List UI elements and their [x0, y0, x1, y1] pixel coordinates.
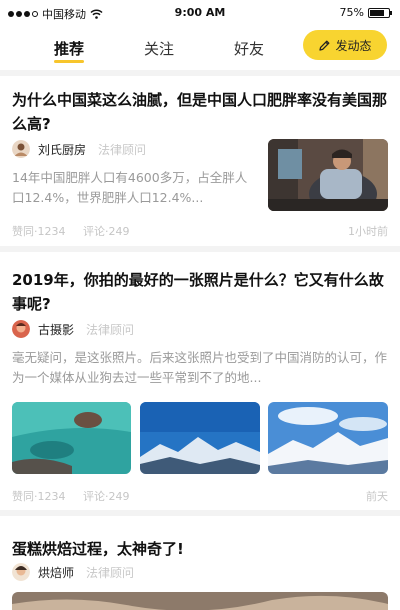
article-image[interactable]	[12, 402, 131, 474]
article-title[interactable]: 为什么中国菜这么油腻，但是中国人口肥胖率没有美国那么高?	[12, 88, 392, 136]
article-author[interactable]: 刘氏厨房 法律顾问	[12, 140, 146, 158]
author-tag: 法律顾问	[86, 565, 135, 580]
author-name: 烘焙师	[38, 565, 75, 580]
article-thumbnail[interactable]	[268, 139, 388, 211]
article-snippet: 14年中国肥胖人口有4600多万，占全胖人口12.4%，世界肥胖人口12.4%.…	[12, 170, 248, 205]
active-tab-indicator	[54, 60, 84, 63]
likes-count[interactable]: 赞同·1234	[12, 225, 66, 238]
comments-count[interactable]: 评论·249	[83, 490, 130, 503]
photo-image	[268, 139, 388, 211]
avatar	[12, 140, 30, 158]
status-bar: 中国移动 9:00 AM 75%	[0, 0, 400, 26]
article-author[interactable]: 烘焙师 法律顾问	[12, 563, 134, 581]
divider	[0, 70, 400, 76]
author-tag: 法律顾问	[98, 142, 147, 157]
article-image[interactable]	[140, 402, 260, 474]
article-meta: 赞同·1234 评论·249 1小时前	[12, 223, 388, 239]
photo-image	[268, 402, 388, 474]
author-name: 古摄影	[38, 322, 75, 337]
article-image[interactable]	[12, 592, 388, 610]
battery-icon	[368, 7, 392, 18]
post-update-button[interactable]: 发动态	[303, 30, 387, 60]
tab-recommend[interactable]: 推荐	[54, 38, 84, 59]
article-meta: 赞同·1234 评论·249 前天	[12, 488, 388, 504]
author-tag: 法律顾问	[86, 322, 135, 337]
photo-image	[12, 592, 388, 610]
avatar	[12, 320, 30, 338]
tab-friends[interactable]: 好友	[234, 38, 264, 59]
pencil-icon	[319, 40, 330, 51]
battery-group: 75%	[339, 6, 392, 19]
article-snippet: 毫无疑问，是这张照片。后来这张照片也受到了中国消防的认可，作为一个媒体从业狗去过…	[12, 350, 388, 385]
tab-following[interactable]: 关注	[144, 38, 174, 59]
divider	[0, 510, 400, 516]
article-title[interactable]: 2019年，你拍的最好的一张照片是什么？它又有什么故事呢?	[12, 268, 392, 316]
post-time: 1小时前	[348, 225, 388, 238]
article-author[interactable]: 古摄影 法律顾问	[12, 320, 134, 338]
battery-percent: 75%	[339, 6, 364, 19]
likes-count[interactable]: 赞同·1234	[12, 490, 66, 503]
author-name: 刘氏厨房	[38, 142, 87, 157]
post-update-label: 发动态	[335, 38, 372, 53]
photo-image	[12, 402, 131, 474]
article-image[interactable]	[268, 402, 388, 474]
comments-count[interactable]: 评论·249	[83, 225, 130, 238]
avatar	[12, 563, 30, 581]
photo-image	[140, 402, 260, 474]
post-time: 前天	[366, 490, 388, 503]
article-title[interactable]: 蛋糕烘焙过程，太神奇了!	[12, 537, 392, 561]
divider	[0, 246, 400, 252]
